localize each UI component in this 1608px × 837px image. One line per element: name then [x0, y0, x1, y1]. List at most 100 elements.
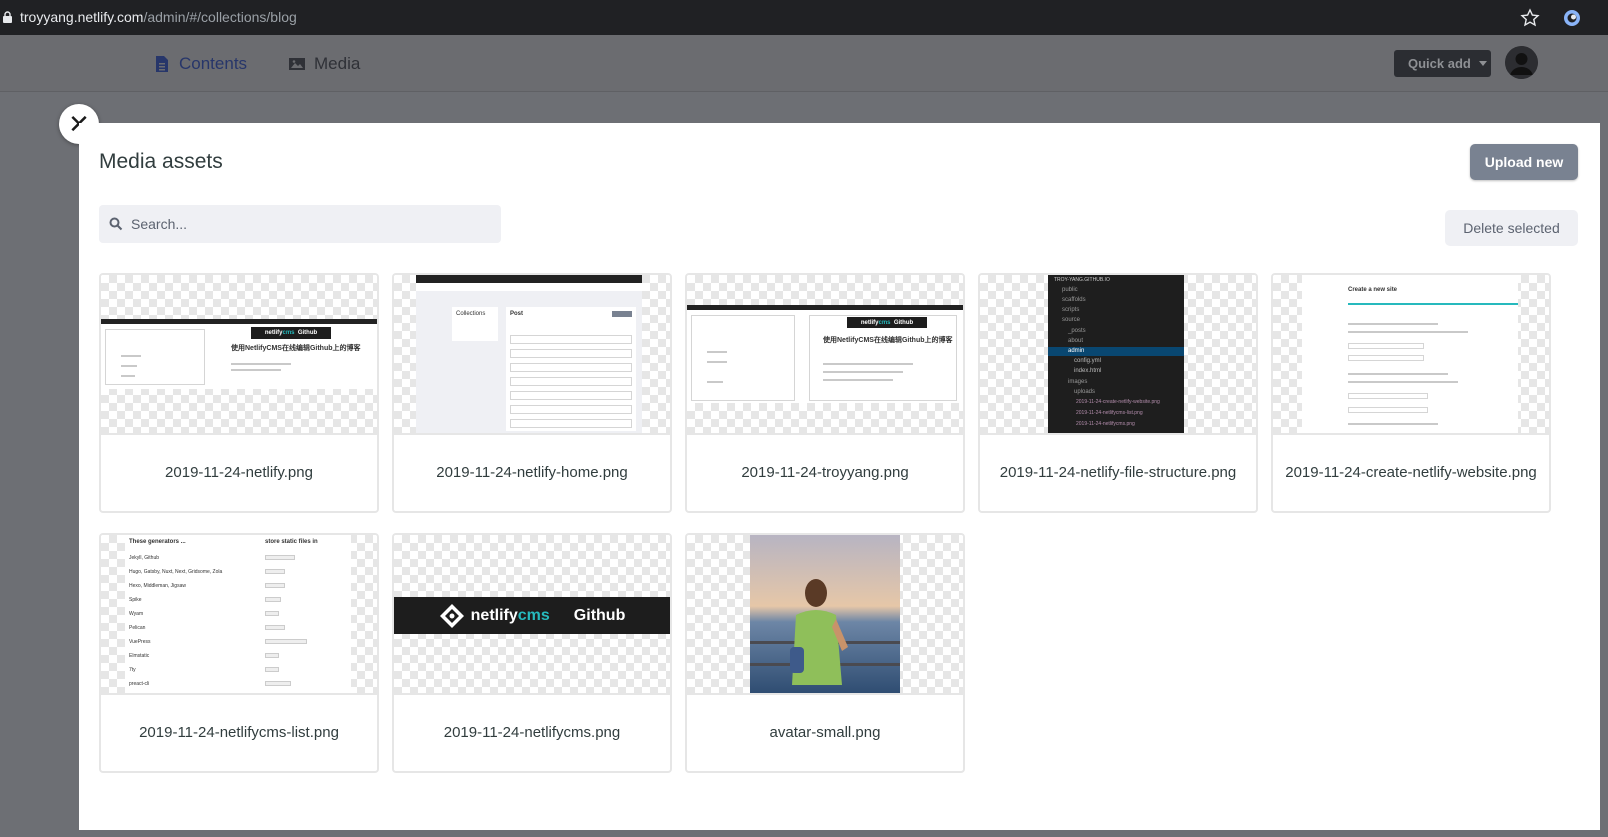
table-thumb: These generators ... store static files …: [125, 535, 351, 693]
nav-media[interactable]: Media: [288, 52, 360, 76]
media-thumbnail: TROY-YANG.GITHUB.IO public scaffolds scr…: [980, 275, 1256, 435]
media-card[interactable]: Collections Post 2019-11-24-netlify-home…: [392, 273, 672, 513]
media-card[interactable]: avatar-small.png: [685, 533, 965, 773]
document-icon: [156, 56, 168, 72]
banner-cms: cms: [517, 606, 550, 624]
list-row: Spike: [129, 597, 142, 603]
media-filename: avatar-small.png: [769, 723, 881, 741]
quick-add-button[interactable]: Quick add: [1394, 50, 1491, 77]
list-row: Jekyll, Github: [129, 555, 160, 561]
nav-contents[interactable]: Contents: [153, 52, 247, 76]
app-header: Contents Media Quick add: [0, 35, 1608, 92]
media-filename: 2019-11-24-create-netlify-website.png: [1285, 463, 1537, 481]
tree-item: uploads: [1074, 389, 1096, 395]
banner-brand: netlify: [860, 319, 879, 326]
list-row: 7ty: [129, 667, 136, 673]
tree-item: 2019-11-24-netlifycms.png: [1076, 421, 1135, 427]
media-thumbnail: Create a new site: [1273, 275, 1549, 435]
media-card[interactable]: netlify cms Github 2019-11-24-netlifycms.…: [392, 533, 672, 773]
netlify-logo-icon: [439, 603, 464, 628]
upload-new-button[interactable]: Upload new: [1470, 144, 1578, 180]
media-card[interactable]: netlify cms Github 使用NetlifyCMS在线编辑Github…: [685, 273, 965, 513]
search-input[interactable]: [131, 205, 491, 243]
media-filename: 2019-11-24-troyyang.png: [741, 463, 909, 481]
banner-brand: netlify: [264, 330, 283, 336]
tree-root: TROY-YANG.GITHUB.IO: [1054, 277, 1110, 283]
media-thumbnail: netlify cms Github: [394, 535, 670, 695]
tree-item: about: [1068, 338, 1084, 344]
media-filename: 2019-11-24-netlifycms.png: [443, 723, 621, 741]
delete-selected-button[interactable]: Delete selected: [1445, 210, 1578, 246]
avatar-photo: [750, 535, 900, 693]
netlify-banner: netlify cms Github: [847, 317, 927, 328]
media-filename: 2019-11-24-netlify.png: [165, 463, 313, 481]
list-row: Pelican: [129, 625, 146, 631]
media-card[interactable]: TROY-YANG.GITHUB.IO public scaffolds scr…: [978, 273, 1258, 513]
search-icon: [109, 217, 123, 231]
list-row: preact-cli: [129, 681, 150, 687]
screenshot-thumb: netlify cms Github 使用NetlifyCMS在线编辑Github…: [101, 319, 377, 389]
file-tree-thumb: TROY-YANG.GITHUB.IO public scaffolds scr…: [1048, 275, 1184, 433]
banner-github: Github: [893, 319, 914, 326]
media-card[interactable]: These generators ... store static files …: [99, 533, 379, 773]
tree-item: scripts: [1062, 307, 1080, 313]
list-row: Hexo, Middleman, Jigsaw: [129, 583, 186, 589]
tree-item: scaffolds: [1062, 297, 1086, 303]
list-header: These generators ...: [129, 539, 186, 545]
tree-item: admin: [1068, 348, 1085, 354]
collections-label: Collections: [456, 311, 486, 317]
screenshot-thumb: Create a new site: [1302, 275, 1518, 433]
user-avatar[interactable]: [1505, 46, 1538, 79]
netlify-cms-banner: netlify cms Github: [394, 597, 670, 634]
bookmark-star-icon[interactable]: [1520, 8, 1540, 28]
media-filename: 2019-11-24-netlify-home.png: [436, 463, 628, 481]
tree-item: images: [1068, 379, 1088, 385]
tree-item: source: [1062, 317, 1081, 323]
browser-address-bar: troyyang.netlify.com/admin/#/collections…: [0, 0, 1608, 35]
tree-item: 2019-11-24-netlifycms-list.png: [1076, 410, 1143, 416]
media-filename: 2019-11-24-netlify-file-structure.png: [999, 463, 1237, 481]
list-row: VuePress: [129, 639, 151, 645]
image-icon: [289, 58, 305, 70]
extension-icon[interactable]: [1562, 8, 1582, 28]
chevron-down-icon: [1478, 61, 1487, 66]
banner-brand: netlify: [470, 606, 518, 624]
tree-item: _posts: [1068, 328, 1086, 334]
media-thumbnail: netlify cms Github 使用NetlifyCMS在线编辑Github…: [687, 275, 963, 435]
tree-item: 2019-11-24-create-netlify-website.png: [1076, 399, 1160, 405]
post-label: Post: [510, 311, 524, 317]
banner-github: Github: [297, 330, 318, 336]
user-icon: [1505, 46, 1538, 79]
url-path: /admin/#/collections/blog: [143, 9, 297, 25]
tree-item: index.html: [1074, 368, 1102, 374]
nav-contents-label: Contents: [179, 54, 248, 73]
list-row: Hugo, Gatsby, Nuxt, Next, Gridsome, Zola: [129, 569, 223, 575]
media-thumbnail: These generators ... store static files …: [101, 535, 377, 695]
url-field[interactable]: troyyang.netlify.com/admin/#/collections…: [20, 9, 297, 25]
media-card[interactable]: netlify cms Github 使用NetlifyCMS在线编辑Github…: [99, 273, 379, 513]
create-site-title: Create a new site: [1348, 287, 1398, 293]
screenshot-thumb: netlify cms Github 使用NetlifyCMS在线编辑Github…: [687, 305, 963, 403]
lock-icon: [3, 11, 12, 23]
netlify-banner: netlify cms Github: [251, 327, 331, 339]
banner-cms: cms: [878, 319, 891, 326]
media-thumbnail: [687, 535, 963, 695]
screenshot-thumb: Collections Post: [416, 275, 642, 433]
blog-title: 使用NetlifyCMS在线编辑Github上的博客: [231, 345, 361, 352]
list-row: Wyam: [129, 611, 144, 617]
media-assets-modal: Media assets Upload new Delete selected …: [79, 123, 1600, 830]
banner-cms: cms: [282, 330, 295, 336]
media-thumbnail: netlify cms Github 使用NetlifyCMS在线编辑Github…: [101, 275, 377, 435]
blog-title: 使用NetlifyCMS在线编辑Github上的博客: [823, 337, 953, 344]
modal-title: Media assets: [99, 150, 223, 173]
tree-item: public: [1062, 287, 1078, 293]
tree-item: config.yml: [1074, 358, 1102, 364]
media-thumbnail: Collections Post: [394, 275, 670, 435]
search-box: [99, 205, 501, 243]
nav-media-label: Media: [314, 54, 361, 73]
media-filename: 2019-11-24-netlifycms-list.png: [139, 723, 339, 741]
quick-add-label: Quick add: [1408, 56, 1471, 71]
media-card[interactable]: Create a new site 2019-11-24-create-netl…: [1271, 273, 1551, 513]
banner-github: Github: [573, 606, 626, 624]
url-host: troyyang.netlify.com: [20, 9, 144, 25]
